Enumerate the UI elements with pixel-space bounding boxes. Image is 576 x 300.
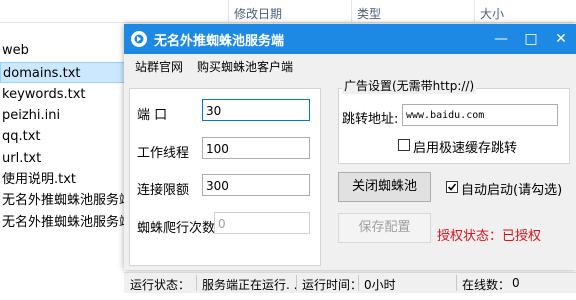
redirect-url-label: 跳转地址: <box>342 112 399 127</box>
crawl-count-label: 蜘蛛爬行次数 <box>137 221 216 236</box>
port-label: 端 口 <box>137 108 168 123</box>
maximize-button[interactable]: □ <box>516 24 546 54</box>
threads-input[interactable]: 100 <box>202 137 310 159</box>
file-item[interactable]: qq.txt <box>0 126 127 147</box>
ad-settings-title: 广告设置(无需带http://) <box>342 77 477 94</box>
title-bar[interactable]: 无名外推蜘蛛池服务端 — □ ✕ <box>124 24 576 54</box>
file-item[interactable]: web <box>0 40 127 61</box>
status-separator <box>456 275 457 291</box>
status-separator <box>296 275 297 291</box>
threads-label: 工作线程 <box>137 146 190 161</box>
check-icon <box>447 183 457 191</box>
redirect-url-input[interactable]: www.baidu.com <box>402 104 558 126</box>
status-bar: 运行状态： 服务端正在运行. . 运行时间： 0小时 在线数： 0 <box>124 272 576 293</box>
auth-status: 授权状态：已授权 <box>437 229 542 244</box>
close-pool-button[interactable]: 关闭蜘蛛池 <box>338 172 431 202</box>
column-separator[interactable] <box>351 0 352 22</box>
fast-cache-label: 启用极速缓存跳转 <box>413 141 518 156</box>
status-separator <box>196 275 197 291</box>
window-title: 无名外推蜘蛛池服务端 <box>154 34 285 49</box>
run-time-label: 运行时间： <box>302 278 363 292</box>
status-separator <box>358 275 359 291</box>
port-input[interactable]: 30 <box>202 99 310 121</box>
run-status-value: 服务端正在运行. . <box>202 278 298 292</box>
app-window: 无名外推蜘蛛池服务端 — □ ✕ 站群官网 购买蜘蛛池客户端 端 口 30 工作… <box>124 24 576 293</box>
crawl-count-input: 0 <box>214 212 310 234</box>
file-item[interactable]: keywords.txt <box>0 84 127 105</box>
column-size[interactable]: 大小 <box>480 5 504 22</box>
file-item[interactable]: 使用说明.txt <box>0 169 127 190</box>
online-count-value: 0 <box>512 276 520 290</box>
explorer-header: 修改日期 类型 大小 <box>0 0 576 23</box>
file-item[interactable]: domains.txt <box>0 62 125 83</box>
column-separator[interactable] <box>228 0 229 22</box>
menu-official-site[interactable]: 站群官网 <box>135 58 183 75</box>
autostart-label: 自动启动(请勾选) <box>461 183 563 198</box>
save-config-button: 保存配置 <box>338 213 431 243</box>
run-status-label: 运行状态： <box>130 278 191 292</box>
spider-app-icon <box>131 31 147 47</box>
file-item[interactable]: 无名外推蜘蛛池服务端V <box>0 190 127 211</box>
menu-buy-client[interactable]: 购买蜘蛛池客户端 <box>197 58 293 75</box>
close-button[interactable]: ✕ <box>546 24 576 54</box>
file-item[interactable]: peizhi.ini <box>0 105 127 126</box>
file-item[interactable]: url.txt <box>0 148 127 169</box>
column-separator[interactable] <box>474 0 475 22</box>
online-count-label: 在线数： <box>462 278 511 292</box>
column-modified-date[interactable]: 修改日期 <box>234 5 282 22</box>
fast-cache-checkbox[interactable] <box>398 139 410 151</box>
connection-limit-label: 连接限额 <box>137 183 190 198</box>
column-type[interactable]: 类型 <box>357 5 381 22</box>
run-time-value: 0小时 <box>364 278 396 292</box>
autostart-checkbox[interactable] <box>446 181 458 193</box>
file-item[interactable]: 无名外推蜘蛛池服务端 <box>0 212 127 233</box>
menu-bar: 站群官网 购买蜘蛛池客户端 <box>124 54 576 76</box>
minimize-button[interactable]: — <box>486 24 516 54</box>
connection-limit-input[interactable]: 300 <box>202 174 310 196</box>
